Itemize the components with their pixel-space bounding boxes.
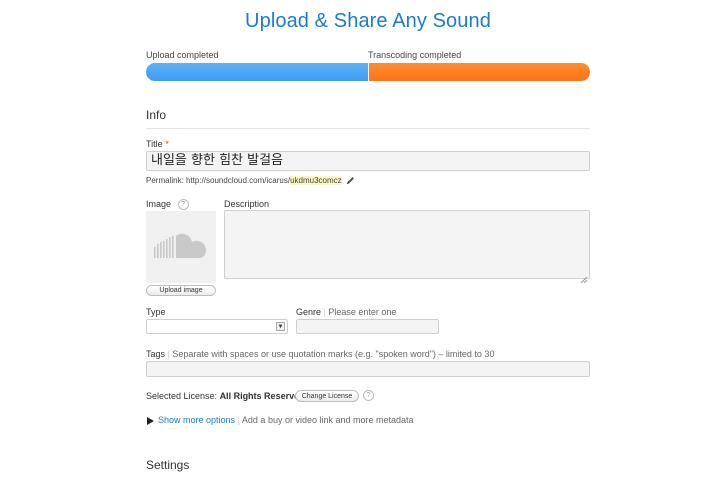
permalink: Permalink: http://soundcloud.com/icarus/… <box>146 176 355 185</box>
tags-label: Tags | Separate with spaces or use quota… <box>146 349 494 359</box>
more-options-hint: Add a buy or video link and more metadat… <box>241 415 414 425</box>
settings-section-title: Settings <box>146 458 190 472</box>
upload-progress-label: Upload completed <box>146 50 219 60</box>
genre-label-text: Genre <box>296 307 322 317</box>
show-more-options-link[interactable]: Show more options <box>158 415 235 425</box>
description-textarea[interactable] <box>224 210 590 284</box>
more-options-separator: | <box>237 415 240 425</box>
tags-separator: | <box>167 349 170 359</box>
required-mark: * <box>165 139 169 149</box>
progress-bar <box>146 63 590 81</box>
page-title: Upload & Share Any Sound <box>245 10 491 32</box>
image-label: Image ? <box>146 199 189 211</box>
chevron-down-icon[interactable]: ▼ <box>276 322 285 331</box>
image-label-text: Image <box>146 199 172 209</box>
info-section-title: Info <box>146 108 590 129</box>
title-label: Title * <box>146 139 169 149</box>
artwork-placeholder <box>146 211 216 283</box>
pencil-icon[interactable] <box>346 176 355 185</box>
title-input[interactable]: 내일을 향한 힘찬 발걸음 <box>146 151 590 171</box>
description-label: Description <box>224 199 270 209</box>
tags-input[interactable] <box>146 361 590 377</box>
genre-separator: | <box>323 307 326 317</box>
tags-hint: Separate with spaces or use quotation ma… <box>172 349 495 359</box>
genre-input[interactable] <box>296 319 439 334</box>
upload-image-button[interactable]: Upload image <box>146 285 216 296</box>
help-icon[interactable]: ? <box>177 199 189 211</box>
expand-triangle-icon[interactable] <box>147 416 154 425</box>
type-label: Type <box>146 307 166 317</box>
type-select[interactable]: ▼ <box>146 319 288 334</box>
change-license-button[interactable]: Change License <box>295 390 359 402</box>
upload-progress-segment <box>146 63 368 81</box>
resize-handle-icon[interactable] <box>580 270 588 284</box>
transcode-progress-segment <box>368 63 590 81</box>
tags-label-text: Tags <box>146 349 166 359</box>
transcode-progress-label: Transcoding completed <box>368 50 462 60</box>
title-label-text: Title <box>146 139 163 149</box>
soundcloud-cloud-icon <box>154 233 210 266</box>
license-value: All Rights Reserved <box>219 391 305 401</box>
license-help-icon[interactable]: ? <box>363 390 374 401</box>
genre-hint: Please enter one <box>328 307 397 317</box>
license-line: Selected License: All Rights Reserved <box>146 391 305 401</box>
genre-label: Genre | Please enter one <box>296 307 396 317</box>
permalink-slug[interactable]: ukdmu3comcz <box>290 176 342 185</box>
permalink-prefix: Permalink: http://soundcloud.com/icarus/ <box>146 176 291 185</box>
more-options-line: Show more options | Add a buy or video l… <box>147 415 414 425</box>
license-label: Selected License: <box>146 391 218 401</box>
